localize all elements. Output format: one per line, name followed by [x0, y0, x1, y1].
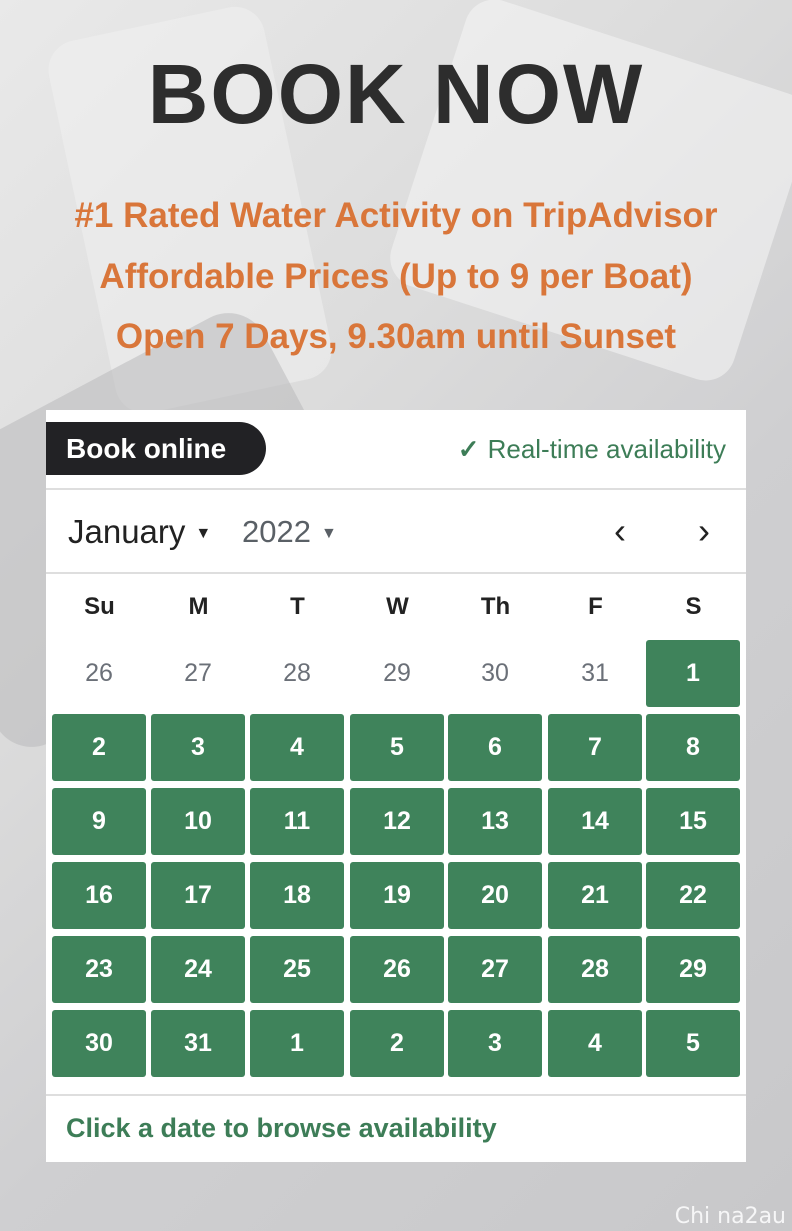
calendar-day-available[interactable]: 26	[350, 936, 444, 1003]
booking-widget: Book online ✓ Real-time availability Janu…	[46, 410, 746, 1162]
calendar-day-available[interactable]: 18	[250, 862, 344, 929]
calendar-day-available[interactable]: 3	[151, 714, 245, 781]
calendar-day-available[interactable]: 31	[151, 1010, 245, 1077]
year-value: 2022	[242, 514, 311, 549]
calendar-day-available[interactable]: 13	[448, 788, 542, 855]
calendar-day-outside: 28	[283, 659, 311, 687]
caret-down-icon: ▼	[195, 525, 212, 543]
year-select[interactable]: 2022 ▼	[242, 510, 337, 556]
divider	[46, 488, 746, 490]
realtime-availability: ✓ Real-time availability	[458, 432, 726, 466]
calendar-day-available[interactable]: 9	[52, 788, 146, 855]
calendar-day-available[interactable]: 19	[350, 862, 444, 929]
watermark: Chi na2au	[674, 1204, 786, 1229]
month-value: January	[68, 513, 186, 550]
calendar-day-available[interactable]: 23	[52, 936, 146, 1003]
calendar-day-available[interactable]: 29	[646, 936, 740, 1003]
calendar-day-available[interactable]: 15	[646, 788, 740, 855]
weekday-header: F	[588, 593, 603, 620]
next-month-button[interactable]: ›	[682, 510, 726, 554]
calendar-day-available[interactable]: 5	[646, 1010, 740, 1077]
calendar-day-available[interactable]: 1	[250, 1010, 344, 1077]
weekday-header: T	[290, 593, 305, 620]
weekday-header: W	[386, 593, 409, 620]
tagline-prices: Affordable Prices (Up to 9 per Boat)	[99, 257, 693, 296]
calendar-day-available[interactable]: 28	[548, 936, 642, 1003]
calendar-hint: Click a date to browse availability	[66, 1113, 497, 1143]
calendar-day-available[interactable]: 20	[448, 862, 542, 929]
calendar-day-available[interactable]: 6	[448, 714, 542, 781]
check-icon: ✓	[457, 434, 480, 464]
calendar-day-available[interactable]: 1	[646, 640, 740, 707]
weekday-header: Su	[84, 593, 115, 620]
weekday-header: S	[685, 593, 702, 620]
divider	[46, 1094, 746, 1096]
calendar-day-available[interactable]: 4	[548, 1010, 642, 1077]
calendar-day-available[interactable]: 10	[151, 788, 245, 855]
calendar-day-available[interactable]: 12	[350, 788, 444, 855]
calendar-day-available[interactable]: 27	[448, 936, 542, 1003]
calendar-day-available[interactable]: 14	[548, 788, 642, 855]
calendar-day-outside: 31	[581, 659, 609, 687]
calendar-day-available[interactable]: 7	[548, 714, 642, 781]
calendar-day-available[interactable]: 25	[250, 936, 344, 1003]
calendar-day-available[interactable]: 16	[52, 862, 146, 929]
divider	[46, 572, 746, 574]
calendar-day-available[interactable]: 17	[151, 862, 245, 929]
weekday-header: M	[188, 593, 209, 620]
calendar-day-available[interactable]: 21	[548, 862, 642, 929]
calendar-day-available[interactable]: 2	[52, 714, 146, 781]
tagline-rating: #1 Rated Water Activity on TripAdvisor	[74, 196, 718, 235]
prev-month-button[interactable]: ‹	[598, 510, 642, 554]
calendar-day-outside: 29	[383, 659, 411, 687]
calendar-day-available[interactable]: 3	[448, 1010, 542, 1077]
book-online-badge: Book online	[46, 422, 266, 475]
month-select[interactable]: January ▼	[68, 510, 211, 556]
calendar-day-available[interactable]: 24	[151, 936, 245, 1003]
calendar-day-outside: 30	[481, 659, 509, 687]
calendar-day-outside: 27	[184, 659, 212, 687]
calendar-day-available[interactable]: 11	[250, 788, 344, 855]
weekday-header: Th	[480, 593, 511, 620]
calendar-day-available[interactable]: 2	[350, 1010, 444, 1077]
calendar-day-available[interactable]: 22	[646, 862, 740, 929]
calendar-day-available[interactable]: 4	[250, 714, 344, 781]
realtime-availability-label: Real-time availability	[487, 434, 726, 464]
calendar-day-available[interactable]: 8	[646, 714, 740, 781]
calendar-day-available[interactable]: 5	[350, 714, 444, 781]
calendar-day-available[interactable]: 30	[52, 1010, 146, 1077]
calendar-day-outside: 26	[85, 659, 113, 687]
tagline-hours: Open 7 Days, 9.30am until Sunset	[115, 317, 677, 356]
caret-down-icon: ▼	[320, 524, 337, 542]
page-title: BOOK NOW	[147, 47, 645, 141]
